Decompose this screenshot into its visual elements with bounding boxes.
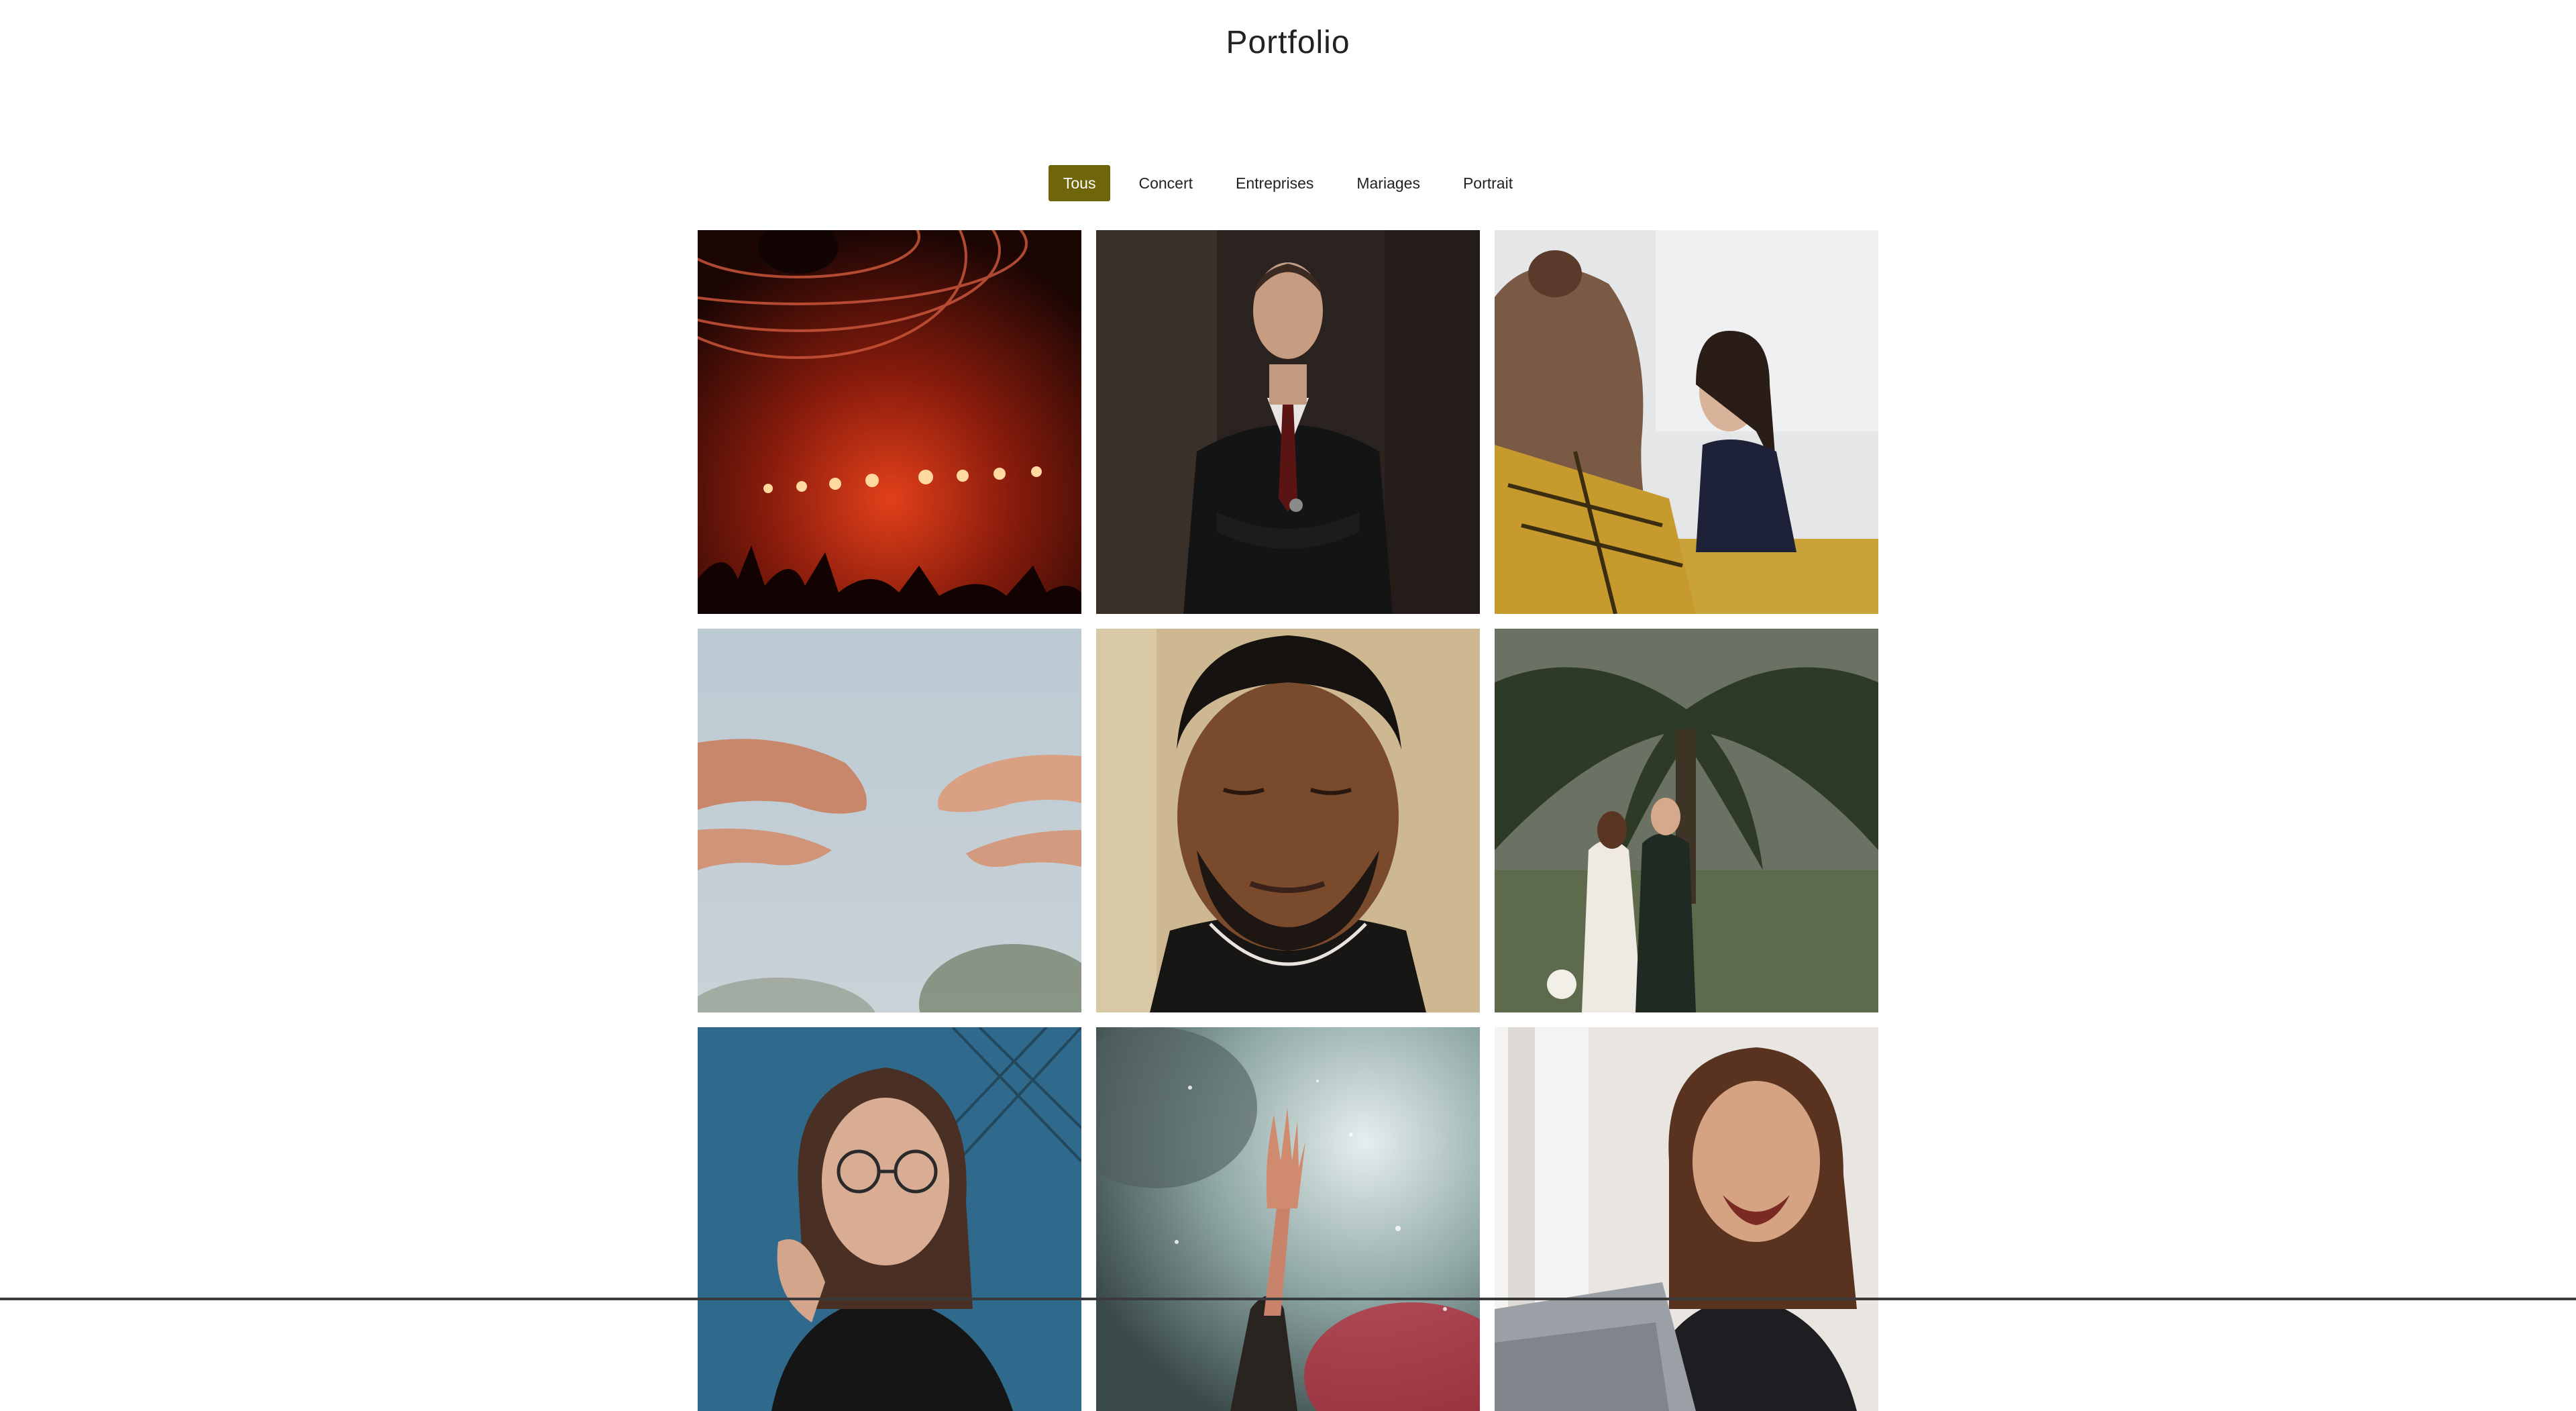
filter-button-concert[interactable]: Concert (1124, 165, 1208, 201)
smiling-woman-office-image (1495, 230, 1878, 614)
gallery-photo-laughing-woman[interactable] (1495, 1027, 1878, 1411)
gallery-photo-concert-hand-smoke[interactable] (1096, 1027, 1480, 1411)
wedding-couple-image (1495, 629, 1878, 1012)
filter-button-entreprises[interactable]: Entreprises (1221, 165, 1328, 201)
laughing-woman-image (1495, 1027, 1878, 1411)
gallery-photo-man-eyes-closed[interactable] (1096, 629, 1480, 1012)
gallery-photo-reaching-hands[interactable] (698, 629, 1081, 1012)
gallery-photo-man-in-suit[interactable] (1096, 230, 1480, 614)
window-bottom-border (0, 1298, 2576, 1300)
portfolio-gallery (698, 230, 1878, 1411)
gallery-photo-woman-office[interactable] (1495, 230, 1878, 614)
gallery-photo-woman-glasses[interactable] (698, 1027, 1081, 1411)
filter-button-portrait[interactable]: Portrait (1448, 165, 1527, 201)
man-in-suit-image (1096, 230, 1480, 614)
gallery-photo-wedding-couple[interactable] (1495, 629, 1878, 1012)
concert-stage-image (698, 230, 1081, 614)
woman-glasses-image (698, 1027, 1081, 1411)
gallery-photo-concert-stage[interactable] (698, 230, 1081, 614)
portfolio-filter-bar: Tous Concert Entreprises Mariages Portra… (0, 165, 2576, 201)
filter-button-tous[interactable]: Tous (1048, 165, 1111, 201)
filter-button-mariages[interactable]: Mariages (1342, 165, 1435, 201)
reaching-hands-image (698, 629, 1081, 1012)
page-title: Portfolio (1226, 25, 1350, 60)
man-eyes-closed-image (1096, 629, 1480, 1012)
concert-hand-smoke-image (1096, 1027, 1480, 1411)
